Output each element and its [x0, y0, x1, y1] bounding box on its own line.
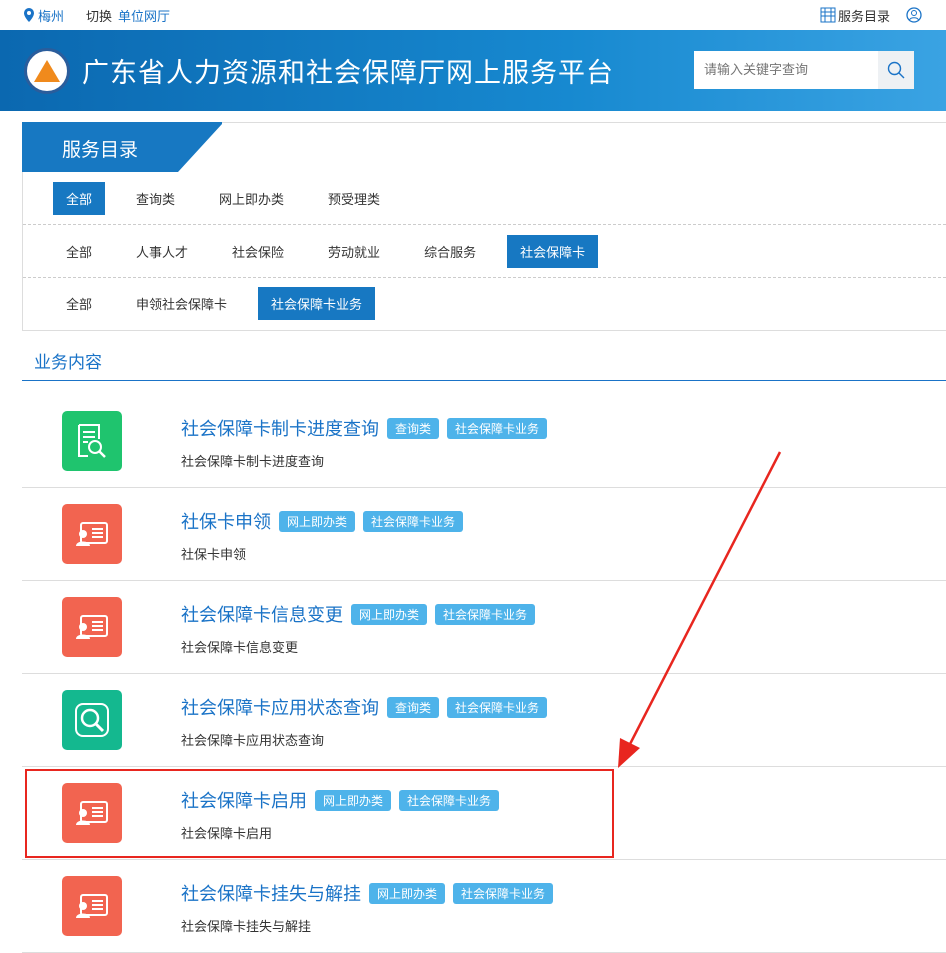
annotation-arrow — [618, 451, 782, 768]
